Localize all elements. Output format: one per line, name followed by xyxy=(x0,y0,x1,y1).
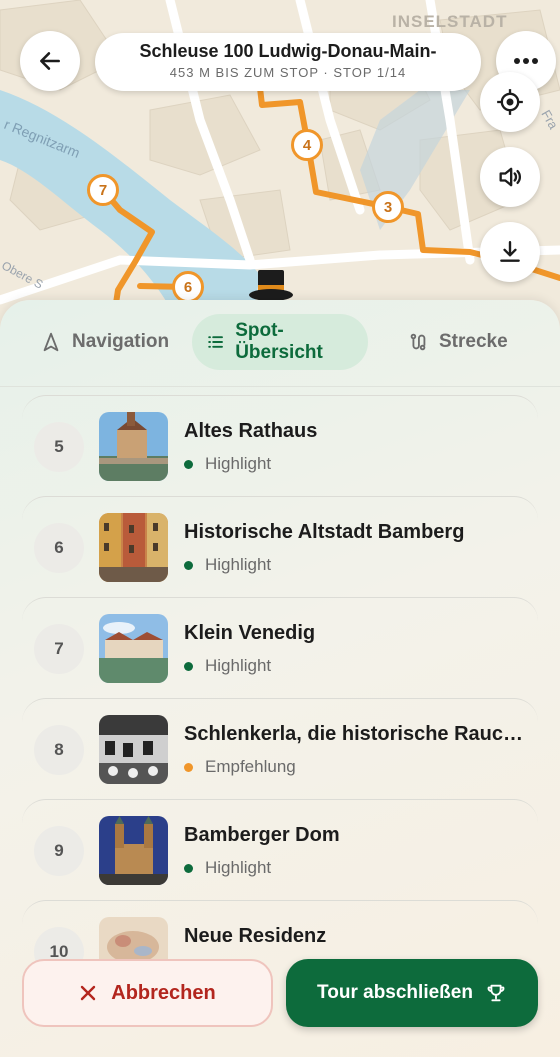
category-label: Empfehlung xyxy=(205,757,296,776)
spot-title: Schlenkerla, die historische Rauchbierbr… xyxy=(184,723,534,745)
download-button[interactable] xyxy=(480,222,540,282)
trophy-icon xyxy=(487,984,505,1002)
navigation-arrow-icon xyxy=(43,332,59,352)
map-view[interactable]: INSELSTADT r Regnitzarm Fra Obere S 4 3 … xyxy=(0,0,560,330)
back-button[interactable] xyxy=(20,31,80,91)
spot-category: Highlight xyxy=(184,454,271,474)
category-dot xyxy=(184,459,193,469)
route-icon xyxy=(410,333,426,351)
district-label: INSELSTADT xyxy=(392,12,508,31)
stop-info-pill[interactable]: Schleuse 100 Ludwig-Donau-Main- 453 M BI… xyxy=(95,33,481,91)
spot-title: Bamberger Dom xyxy=(184,824,340,846)
category-label: Highlight xyxy=(205,555,272,574)
tab-navigation[interactable]: Navigation xyxy=(26,314,183,370)
spot-thumbnail xyxy=(99,715,168,784)
tab-label: Navigation xyxy=(72,331,170,352)
finish-label: Tour abschließen xyxy=(317,982,473,1003)
list-icon xyxy=(208,336,223,348)
spot-number: 9 xyxy=(34,826,84,876)
crosshair-icon xyxy=(497,89,523,115)
spot-list: 5 Altes Rathaus Highlight 6 Historische … xyxy=(22,395,538,1001)
tab-bar: Navigation Spot-Übersicht Strecke xyxy=(0,314,560,370)
spot-thumbnail xyxy=(99,614,168,683)
more-dots-icon xyxy=(514,58,538,64)
spot-category: Empfehlung xyxy=(184,757,296,777)
stop-marker[interactable]: 4 xyxy=(291,129,323,161)
audio-button[interactable] xyxy=(480,147,540,207)
spot-category: Highlight xyxy=(184,858,271,878)
list-item[interactable]: 6 Historische Altstadt Bamberg Highlight xyxy=(22,496,538,597)
spot-title: Altes Rathaus xyxy=(184,420,318,442)
category-dot xyxy=(184,762,193,772)
tab-label: Spot-Übersicht xyxy=(235,320,323,363)
speaker-icon xyxy=(499,167,522,187)
list-item[interactable]: 7 Klein Venedig Highlight xyxy=(22,597,538,698)
arrow-left-icon xyxy=(40,52,60,70)
stop-marker[interactable]: 7 xyxy=(87,174,119,206)
bottom-sheet: Navigation Spot-Übersicht Strecke 5 Alte… xyxy=(0,300,560,1057)
spot-number: 8 xyxy=(34,725,84,775)
spot-title: Klein Venedig xyxy=(184,622,316,644)
spot-number: 7 xyxy=(34,624,84,674)
cancel-button[interactable]: Abbrechen xyxy=(22,959,273,1027)
stop-marker[interactable]: 6 xyxy=(172,271,204,303)
spot-title: Historische Altstadt Bamberg xyxy=(184,521,465,543)
tab-spot-overview[interactable]: Spot-Übersicht xyxy=(192,314,368,370)
locate-me-button[interactable] xyxy=(480,72,540,132)
divider xyxy=(0,386,560,387)
spot-category: Highlight xyxy=(184,555,271,575)
cancel-label: Abbrechen xyxy=(111,981,216,1004)
close-icon xyxy=(81,985,96,1001)
list-item[interactable]: 8 Schlenkerla, die historische Rauchbier… xyxy=(22,698,538,799)
stop-title: Schleuse 100 Ludwig-Donau-Main- xyxy=(139,41,437,61)
category-dot xyxy=(184,863,193,873)
tab-label: Strecke xyxy=(439,331,508,352)
list-item[interactable]: 5 Altes Rathaus Highlight xyxy=(22,395,538,496)
spot-thumbnail xyxy=(99,816,168,885)
guide-hat-icon xyxy=(249,270,293,301)
category-label: Highlight xyxy=(205,858,272,877)
list-item[interactable]: 9 Bamberger Dom Highlight xyxy=(22,799,538,900)
category-label: Highlight xyxy=(205,454,272,473)
stop-marker[interactable]: 3 xyxy=(372,191,404,223)
spot-title: Neue Residenz xyxy=(184,925,327,947)
spot-number: 5 xyxy=(34,422,84,472)
spot-thumbnail xyxy=(99,513,168,582)
stop-distance-info: 453 M BIS ZUM STOP · STOP 1/14 xyxy=(169,65,407,80)
tab-route[interactable]: Strecke xyxy=(393,314,522,370)
category-dot xyxy=(184,661,193,671)
download-icon xyxy=(500,241,520,262)
spot-number: 6 xyxy=(34,523,84,573)
category-label: Highlight xyxy=(205,656,272,675)
finish-tour-button[interactable]: Tour abschließen xyxy=(286,959,538,1027)
spot-thumbnail xyxy=(99,412,168,481)
spot-category: Highlight xyxy=(184,656,271,676)
category-dot xyxy=(184,560,193,570)
